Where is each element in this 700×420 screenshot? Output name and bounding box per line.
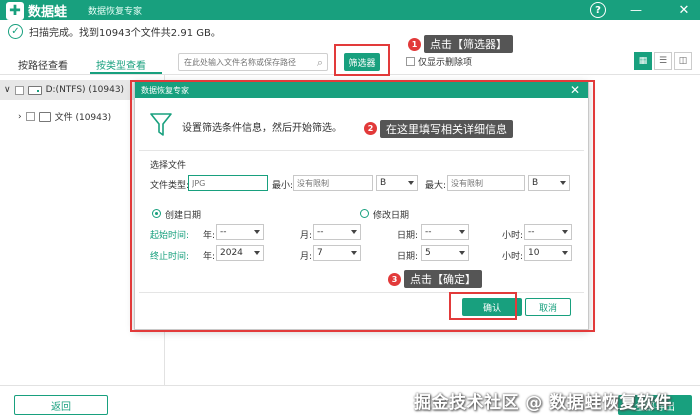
grid-view-icon[interactable]: ▦ [634,52,652,70]
folder-icon [38,111,51,122]
drive-icon [27,85,42,95]
file-label: 文件 (10943) [54,113,112,123]
highlight-confirm-button [449,292,517,320]
title-bar: ✚ 数据蛙 数据恢复专家 ? — ✕ [0,0,700,20]
detail-view-icon[interactable]: ◫ [674,52,692,70]
filter-button[interactable]: 筛选器 [344,53,380,71]
logo-icon: ✚ [6,1,24,20]
watermark-text: 掘金技术社区 @ 数据蛙恢复软件 [414,393,672,413]
tree-item-file[interactable]: › 文件 (10943) [18,110,111,123]
chevron-right-icon[interactable]: › [18,112,22,122]
only-deleted-option[interactable]: 仅显示删除项 [406,55,472,68]
check-icon: ✓ [8,23,23,39]
app-logo: ✚ 数据蛙 [6,1,67,20]
chevron-down-icon[interactable]: ∨ [4,85,11,95]
search-box[interactable]: ⌕ [178,53,328,71]
step-badge-1: 1 [408,38,421,51]
callout-step-3: 点击【确定】 [404,270,482,288]
drive-checkbox[interactable] [14,85,24,95]
callout-step-2: 在这里填写相关详细信息 [380,120,513,138]
only-deleted-label: 仅显示删除项 [418,58,473,68]
tab-by-path[interactable]: 按路径查看 [18,57,68,72]
file-checkbox[interactable] [25,112,35,121]
app-subtitle: 数据恢复专家 [88,7,143,17]
scan-status: ✓ 扫描完成。找到10943个文件共2.91 GB。 [8,22,221,40]
divider [0,385,700,386]
search-icon[interactable]: ⌕ [317,56,323,70]
app-name: 数据蛙 [28,5,68,20]
tab-by-type[interactable]: 按类型查看 [96,57,146,72]
minimize-button[interactable]: — [628,2,644,18]
search-input[interactable] [184,57,304,67]
help-button[interactable]: ? [590,2,606,18]
callout-step-1: 点击【筛选器】 [424,35,513,53]
step-badge-3: 3 [388,273,401,286]
only-deleted-checkbox[interactable] [406,57,415,66]
view-mode-switcher: ▦ ☰ ◫ [634,52,692,70]
back-button[interactable]: 返回 [14,395,108,415]
scan-status-text: 扫描完成。找到10943个文件共2.91 GB。 [29,27,221,39]
close-window-button[interactable]: ✕ [676,2,692,18]
highlight-dialog [130,80,595,332]
drive-label: D:(NTFS) (10943) [45,85,125,95]
list-view-icon[interactable]: ☰ [654,52,672,70]
step-badge-2: 2 [364,122,377,135]
